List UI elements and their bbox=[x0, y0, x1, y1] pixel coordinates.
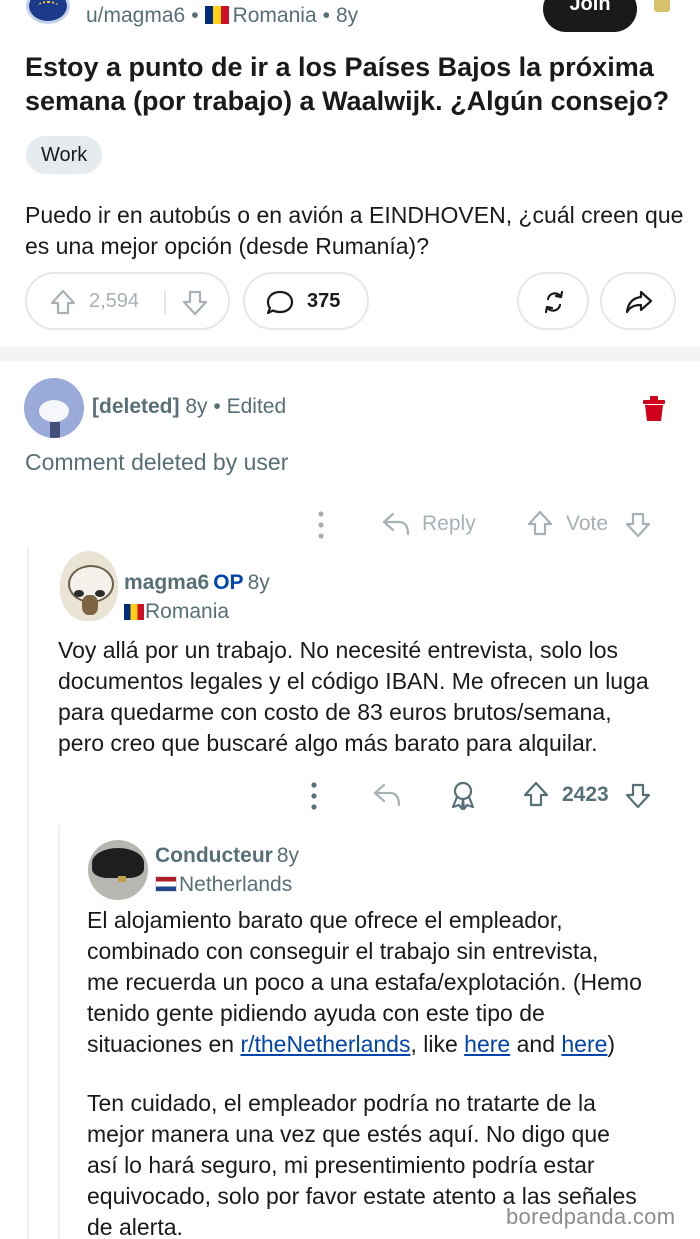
thread-line[interactable] bbox=[27, 548, 29, 1239]
upvote-icon[interactable] bbox=[49, 288, 77, 316]
upvote-count: 2,594 bbox=[89, 290, 140, 312]
subreddit-avatar[interactable] bbox=[26, 0, 70, 24]
vote-separator bbox=[164, 290, 166, 314]
comment-actions: 2423 bbox=[0, 777, 700, 813]
comment-age: 8y bbox=[185, 395, 208, 418]
comment-meta: magma6 OP 8y bbox=[124, 571, 270, 595]
overflow-icon[interactable] bbox=[654, 0, 670, 12]
join-button[interactable]: Join bbox=[543, 0, 637, 32]
user-country: Netherlands bbox=[155, 873, 292, 897]
comment-author[interactable]: [deleted] bbox=[92, 395, 180, 418]
share-button[interactable] bbox=[600, 272, 676, 330]
here-link-2[interactable]: here bbox=[561, 1031, 607, 1057]
thread-line[interactable] bbox=[58, 826, 60, 1239]
romania-flag-icon bbox=[124, 604, 144, 620]
post-body: Puedo ir en autobús o en avión a EINDHOV… bbox=[25, 202, 684, 259]
comment-score: 2423 bbox=[562, 783, 609, 806]
upvote-icon[interactable] bbox=[522, 780, 550, 808]
comment-author[interactable]: Conducteur bbox=[155, 844, 273, 867]
comment-author[interactable]: magma6 bbox=[124, 571, 209, 594]
comment-meta: Conducteur 8y bbox=[155, 844, 299, 868]
reply-icon[interactable] bbox=[372, 781, 402, 809]
downvote-icon[interactable] bbox=[624, 511, 652, 539]
post-country: Romania bbox=[232, 4, 317, 27]
post-title: Estoy a punto de ir a los Países Bajos l… bbox=[25, 52, 670, 116]
trash-icon[interactable] bbox=[641, 395, 667, 423]
downvote-icon[interactable] bbox=[624, 782, 652, 810]
deleted-comment-text: Comment deleted by user bbox=[25, 449, 289, 475]
comment-actions: Reply Vote bbox=[0, 505, 700, 545]
avatar[interactable] bbox=[60, 551, 118, 621]
crosspost-icon bbox=[544, 290, 564, 314]
upvote-icon[interactable] bbox=[526, 509, 554, 537]
here-link-1[interactable]: here bbox=[464, 1031, 510, 1057]
edited-label: Edited bbox=[226, 395, 287, 418]
more-options-icon[interactable] bbox=[307, 780, 321, 812]
vote-label: Vote bbox=[566, 512, 609, 535]
comment-icon bbox=[266, 290, 294, 315]
comment-age: 8y bbox=[276, 844, 300, 867]
section-divider bbox=[0, 347, 700, 361]
comment-body: El alojamiento barato que ofrece el empl… bbox=[87, 907, 642, 1057]
crosspost-button[interactable] bbox=[517, 272, 589, 330]
downvote-icon[interactable] bbox=[181, 289, 209, 317]
share-icon bbox=[625, 290, 653, 314]
user-country: Romania bbox=[124, 600, 229, 624]
vote-bar: 2,594 bbox=[25, 272, 230, 330]
subreddit-link[interactable]: r/theNetherlands bbox=[240, 1031, 410, 1057]
post-author[interactable]: u/magma6 bbox=[86, 4, 185, 27]
reply-icon[interactable] bbox=[381, 510, 411, 538]
netherlands-flag-icon bbox=[155, 876, 177, 892]
post-flair[interactable]: Work bbox=[26, 136, 103, 174]
post-age: 8y bbox=[335, 4, 359, 27]
more-options-icon[interactable] bbox=[314, 509, 328, 541]
op-badge: OP bbox=[213, 571, 244, 594]
comment-age: 8y bbox=[247, 571, 270, 594]
watermark: boredpanda.com bbox=[506, 1204, 676, 1229]
comment-meta: [deleted] 8y • Edited bbox=[92, 395, 287, 418]
avatar[interactable] bbox=[24, 378, 84, 438]
romania-flag-icon bbox=[204, 6, 229, 24]
comment-body: Voy allá por un trabajo. No necesité ent… bbox=[58, 637, 649, 756]
post-header: u/magma6 • Romania • 8y Join bbox=[0, 0, 700, 38]
reply-button[interactable]: Reply bbox=[422, 512, 476, 536]
avatar[interactable] bbox=[88, 840, 148, 900]
comments-button[interactable]: 375 bbox=[243, 272, 369, 330]
post-meta: u/magma6 • Romania • 8y bbox=[86, 4, 359, 27]
comment-count: 375 bbox=[307, 290, 341, 312]
award-icon[interactable] bbox=[448, 779, 478, 811]
